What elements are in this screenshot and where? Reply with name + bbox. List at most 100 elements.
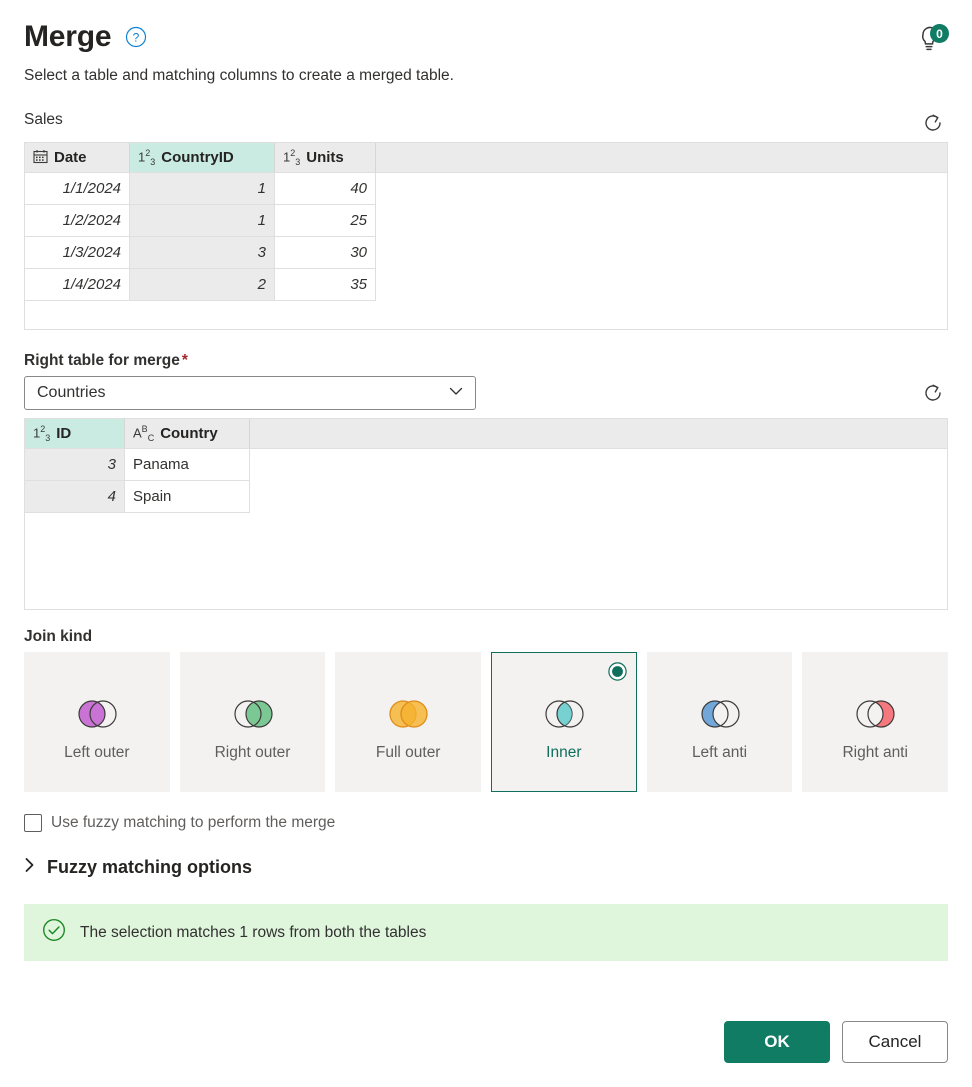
- required-marker: *: [181, 352, 188, 370]
- cell-units: 30: [275, 237, 376, 270]
- join-option-inner[interactable]: Inner: [491, 652, 637, 793]
- right-table-combo-row: Countries: [24, 376, 948, 411]
- join-kind-options: Left outer Right outer Full outer Inner …: [0, 652, 972, 793]
- cell-countryid: 3: [130, 237, 275, 270]
- right-table-grid[interactable]: 123 ID ABC Country 3 Panama 4 Spain: [24, 418, 948, 611]
- number-123-icon: 123: [138, 148, 156, 168]
- right-table-section: Right table for merge * Countries 123 ID …: [0, 352, 972, 611]
- left-outer-venn-icon: [69, 697, 125, 731]
- column-header-filler: [376, 143, 947, 172]
- left-table-empty-space: [25, 301, 947, 330]
- left-anti-venn-icon: [692, 697, 748, 731]
- join-option-right-anti[interactable]: Right anti: [802, 652, 949, 793]
- cell-country: Spain: [125, 481, 250, 514]
- column-header-label: Date: [54, 149, 87, 167]
- table-row[interactable]: 1/4/2024 2 35: [25, 269, 947, 302]
- right-table-dropdown[interactable]: Countries: [24, 376, 476, 411]
- right-table-dropdown-value: Countries: [37, 384, 106, 402]
- number-123-icon: 123: [33, 424, 51, 444]
- cell-countryid: 2: [130, 269, 275, 302]
- table-row[interactable]: 1/3/2024 3 30: [25, 237, 947, 270]
- fuzzy-matching-options-title: Fuzzy matching options: [47, 857, 252, 878]
- right-table-header: 123 ID ABC Country: [25, 419, 947, 450]
- cell-country: Panama: [125, 449, 250, 482]
- fuzzy-matching-checkbox-row[interactable]: Use fuzzy matching to perform the merge: [0, 814, 972, 833]
- dialog-header: Merge ? Select a table and matching colu…: [0, 0, 972, 86]
- column-header-filler: [250, 419, 947, 448]
- fuzzy-matching-options-toggle[interactable]: Fuzzy matching options: [0, 857, 972, 878]
- svg-text:?: ?: [133, 30, 140, 44]
- cancel-button[interactable]: Cancel: [842, 1021, 948, 1063]
- refresh-icon[interactable]: [918, 108, 948, 138]
- hint-count-badge: 0: [930, 24, 949, 43]
- join-option-label: Inner: [546, 744, 582, 762]
- cell-units: 40: [275, 173, 376, 206]
- radio-selected-icon[interactable]: [607, 662, 627, 681]
- left-table-header-row: Sales: [24, 108, 948, 138]
- inner-join-venn-icon: [536, 697, 592, 731]
- table-row[interactable]: 3 Panama: [25, 449, 947, 482]
- join-kind-label: Join kind: [24, 628, 93, 646]
- table-row[interactable]: 1/1/2024 1 40: [25, 173, 947, 206]
- title-row: Merge ?: [24, 20, 948, 53]
- join-option-left-outer[interactable]: Left outer: [24, 652, 170, 793]
- status-message: The selection matches 1 rows from both t…: [80, 923, 427, 941]
- page-subtitle: Select a table and matching columns to c…: [24, 67, 454, 84]
- question-circle-icon[interactable]: ?: [125, 26, 147, 48]
- number-123-icon: 123: [283, 148, 301, 168]
- join-option-left-anti[interactable]: Left anti: [646, 652, 793, 793]
- column-header-units[interactable]: 123 Units: [275, 143, 376, 173]
- full-outer-venn-icon: [380, 697, 436, 731]
- join-option-label: Full outer: [375, 744, 441, 762]
- chevron-right-icon: [24, 857, 36, 878]
- cell-date: 1/4/2024: [25, 269, 130, 302]
- join-option-right-outer[interactable]: Right outer: [179, 652, 326, 793]
- table-row[interactable]: 4 Spain: [25, 481, 947, 514]
- join-option-label: Right outer: [214, 744, 291, 762]
- cell-date: 1/3/2024: [25, 237, 130, 270]
- column-header-id[interactable]: 123 ID: [25, 419, 125, 449]
- right-outer-venn-icon: [225, 697, 281, 731]
- cell-countryid: 1: [130, 205, 275, 238]
- cell-id: 3: [25, 449, 125, 482]
- cell-units: 25: [275, 205, 376, 238]
- join-option-label: Right anti: [842, 744, 908, 762]
- column-header-label: Country: [160, 425, 218, 443]
- abc-text-icon: ABC: [133, 424, 155, 444]
- join-kind-label-wrap: Join kind: [0, 628, 972, 646]
- left-table-section: Sales Date 123 CountryID 123 Units 1/1/2…: [0, 108, 972, 331]
- column-header-label: Units: [306, 149, 344, 167]
- right-table-empty-space: [25, 513, 947, 610]
- status-banner: The selection matches 1 rows from both t…: [24, 904, 948, 962]
- check-circle-icon: [42, 918, 66, 947]
- table-row[interactable]: 1/2/2024 1 25: [25, 205, 947, 238]
- page-title: Merge: [24, 20, 112, 53]
- left-table-label: Sales: [24, 111, 63, 129]
- right-table-field-label: Right table for merge *: [24, 352, 948, 370]
- column-header-date[interactable]: Date: [25, 143, 130, 173]
- left-table-header: Date 123 CountryID 123 Units: [25, 143, 947, 174]
- join-option-label: Left outer: [64, 744, 130, 762]
- cell-id: 4: [25, 481, 125, 514]
- refresh-icon[interactable]: [918, 378, 948, 408]
- fuzzy-matching-checkbox-label: Use fuzzy matching to perform the merge: [51, 814, 336, 832]
- left-table-grid[interactable]: Date 123 CountryID 123 Units 1/1/2024 1 …: [24, 142, 948, 331]
- left-table-body: 1/1/2024 1 40 1/2/2024 1 25 1/3/2024 3 3…: [25, 173, 947, 330]
- lightbulb-icon[interactable]: 0: [910, 22, 950, 58]
- right-table-body: 3 Panama 4 Spain: [25, 449, 947, 610]
- chevron-down-icon: [447, 382, 465, 405]
- calendar-icon: [33, 149, 48, 167]
- column-header-countryid[interactable]: 123 CountryID: [130, 143, 275, 173]
- right-anti-venn-icon: [847, 697, 903, 731]
- cell-date: 1/1/2024: [25, 173, 130, 206]
- cell-date: 1/2/2024: [25, 205, 130, 238]
- column-header-country[interactable]: ABC Country: [125, 419, 250, 449]
- cell-countryid: 1: [130, 173, 275, 206]
- join-option-label: Left anti: [691, 744, 748, 762]
- checkbox-unchecked-icon[interactable]: [24, 814, 42, 833]
- dialog-footer: OK Cancel: [724, 1021, 948, 1063]
- join-option-full-outer[interactable]: Full outer: [335, 652, 482, 793]
- column-header-label: ID: [56, 425, 72, 443]
- ok-button[interactable]: OK: [724, 1021, 830, 1063]
- column-header-label: CountryID: [161, 149, 234, 167]
